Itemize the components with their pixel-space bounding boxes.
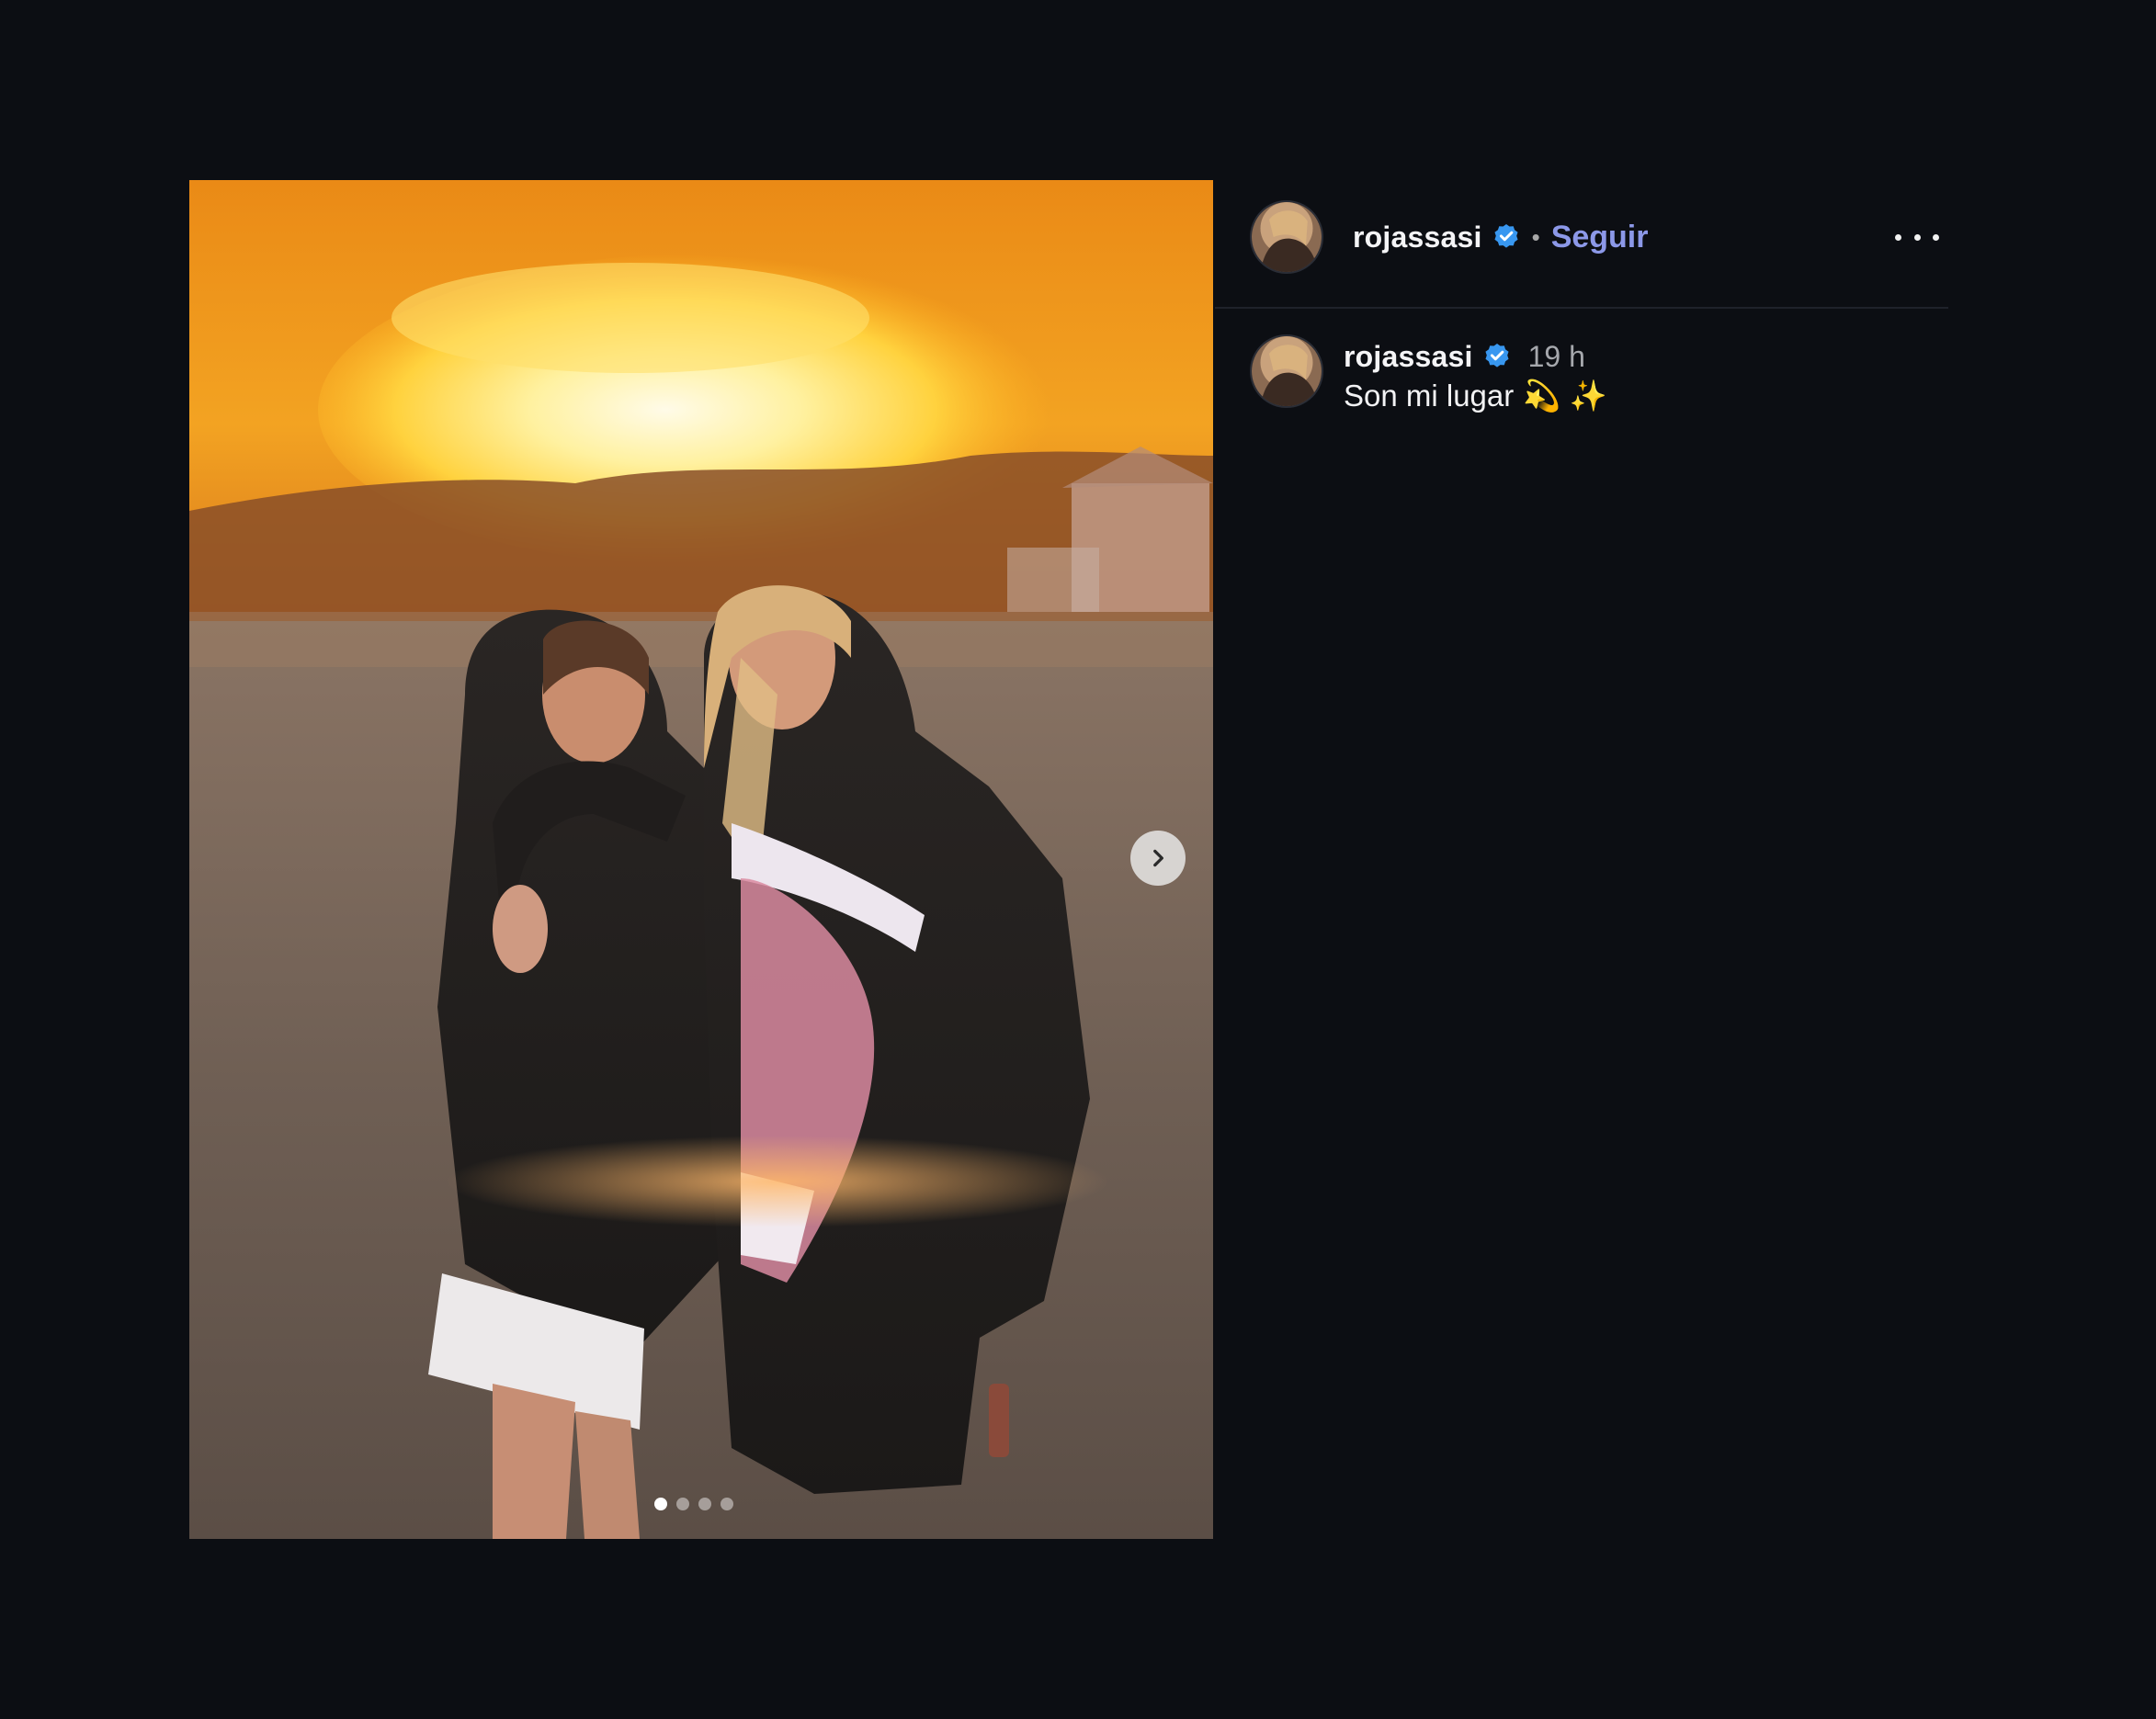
post-photo: [189, 180, 1213, 1539]
more-options-button[interactable]: [1895, 221, 1939, 254]
caption-avatar[interactable]: [1250, 334, 1323, 408]
caption-text: Son mi lugar 💫 ✨: [1344, 379, 1607, 414]
caption-username[interactable]: rojassasi: [1344, 340, 1473, 374]
carousel-next-button[interactable]: [1130, 831, 1186, 886]
header-user-info: rojassasi • Seguir: [1353, 215, 1649, 259]
more-horizontal-icon: [1933, 233, 1939, 241]
carousel-dot: [654, 1498, 667, 1510]
post-media[interactable]: [189, 180, 1213, 1539]
chevron-right-icon: [1153, 849, 1163, 867]
carousel-indicator: [654, 1498, 733, 1510]
caption-body: Son mi lugar: [1344, 379, 1515, 413]
avatar-image: [1252, 202, 1322, 272]
separator-dot: •: [1531, 222, 1540, 251]
carousel-dot: [676, 1498, 689, 1510]
carousel-dot: [721, 1498, 733, 1510]
caption-emojis: 💫 ✨: [1523, 379, 1607, 413]
more-horizontal-icon: [1895, 233, 1901, 241]
more-horizontal-icon: [1913, 233, 1921, 241]
author-username[interactable]: rojassasi: [1353, 221, 1482, 254]
carousel-dot: [698, 1498, 711, 1510]
caption-header: rojassasi 19 h: [1344, 334, 1585, 379]
caption-timestamp[interactable]: 19 h: [1528, 340, 1585, 374]
avatar-image: [1252, 336, 1322, 406]
follow-button[interactable]: Seguir: [1551, 220, 1649, 255]
author-avatar[interactable]: [1250, 200, 1323, 274]
verified-badge-icon: [1485, 344, 1509, 368]
post-side-panel: rojassasi • Seguir rojassasi 19 h Son mi…: [1215, 180, 1948, 1246]
verified-badge-icon: [1494, 224, 1518, 248]
post-modal: rojassasi • Seguir rojassasi 19 h Son mi…: [0, 0, 2156, 1719]
post-header: rojassasi • Seguir: [1215, 180, 1948, 309]
